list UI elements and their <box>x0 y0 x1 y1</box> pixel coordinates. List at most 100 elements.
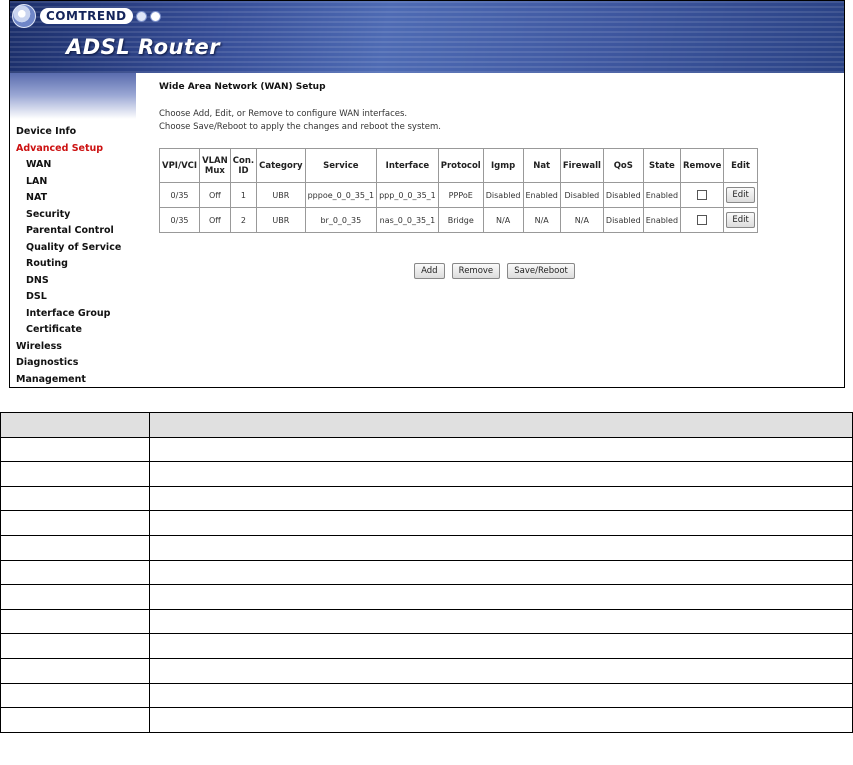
column-header-label: Firewall <box>562 160 601 171</box>
main-content: Wide Area Network (WAN) Setup Choose Add… <box>147 73 842 387</box>
cell-qos: Disabled <box>602 207 644 233</box>
brand-dot-icon <box>135 10 147 22</box>
remove-checkbox[interactable] <box>697 215 708 225</box>
cell-state: Enabled <box>642 207 682 233</box>
header-banner: COMTREND ADSL Router <box>10 1 844 73</box>
column-header-label: Interface <box>385 160 430 171</box>
field-name-cell <box>0 412 150 438</box>
field-table-row <box>0 534 853 561</box>
router-screenshot: COMTREND ADSL Router Device Info Advanced… <box>9 0 845 388</box>
field-name-cell <box>0 559 150 586</box>
save-reboot-button[interactable]: Save/Reboot <box>507 263 575 279</box>
sidebar-item-certificate[interactable]: Certificate <box>10 322 136 339</box>
field-description-table <box>0 412 853 733</box>
field-name-cell <box>0 584 150 610</box>
column-header-firewall: Firewall <box>559 148 604 183</box>
sidebar-item-management[interactable]: Management <box>10 372 136 388</box>
column-header-state: State <box>642 148 682 183</box>
column-header-label: State <box>648 160 675 171</box>
sidebar-item-dsl[interactable]: DSL <box>10 289 136 306</box>
cell-igmp: N/A <box>482 207 524 233</box>
sidebar-item-interface-group[interactable]: Interface Group <box>10 306 136 323</box>
cell-remove <box>680 182 725 208</box>
field-table-row <box>0 510 853 536</box>
column-header-nat: Nat <box>522 148 561 183</box>
cell-category: UBR <box>256 182 306 208</box>
sidebar-item-parental-control[interactable]: Parental Control <box>10 223 136 240</box>
cell-protocol: PPPoE <box>437 182 484 208</box>
sidebar-item-routing[interactable]: Routing <box>10 256 136 273</box>
brand-emblem-icon <box>12 4 36 28</box>
column-header-label: Mux <box>204 165 225 176</box>
cell-igmp: Disabled <box>482 182 524 208</box>
sidebar-item-wireless[interactable]: Wireless <box>10 339 136 356</box>
column-header-label: ID <box>238 165 249 176</box>
wan-interfaces-table: VPI/VCI VLAN Mux Con. ID Category Service Inter… <box>158 148 758 233</box>
column-header-label: Service <box>323 160 359 171</box>
sidebar-item-lan[interactable]: LAN <box>10 174 136 191</box>
field-description-cell <box>149 436 853 463</box>
column-header-service: Service <box>304 148 378 183</box>
column-header-label: Nat <box>533 160 551 171</box>
cell-remove <box>680 207 725 233</box>
remove-checkbox[interactable] <box>697 190 708 200</box>
field-table-header-row <box>0 412 853 438</box>
field-description-cell <box>149 657 853 684</box>
field-description-cell <box>149 559 853 586</box>
remove-button[interactable]: Remove <box>451 263 501 279</box>
cell-state: Enabled <box>642 182 682 208</box>
field-name-cell <box>0 461 150 487</box>
column-header-label: VPI/VCI <box>162 160 198 171</box>
field-table-row <box>0 461 853 487</box>
cell-service: pppoe_0_0_35_1 <box>304 182 378 208</box>
field-description-cell <box>149 461 853 487</box>
instructions-line-1: Choose Add, Edit, or Remove to configure… <box>159 109 408 119</box>
field-table-row <box>0 707 853 733</box>
cell-protocol: Bridge <box>437 207 484 233</box>
add-button[interactable]: Add <box>414 263 445 279</box>
cell-category: UBR <box>256 207 306 233</box>
cell-nat: N/A <box>522 207 561 233</box>
field-description-cell <box>149 534 853 561</box>
table-row: 0/35 Off 2 UBR br_0_0_35 nas_0_0_35_1 Bridge N/… <box>158 207 758 233</box>
field-name-cell <box>0 534 150 561</box>
sidebar-item-quality-of-service[interactable]: Quality of Service <box>10 240 136 257</box>
cell-nat: Enabled <box>522 182 561 208</box>
cell-firewall: N/A <box>559 207 604 233</box>
brand-logo: COMTREND <box>12 3 161 29</box>
sidebar-item-device-info[interactable]: Device Info <box>10 124 136 141</box>
field-description-cell <box>149 707 853 733</box>
column-header-remove: Remove <box>680 148 725 183</box>
column-header-vpi-vci: VPI/VCI <box>158 148 201 183</box>
column-header-label: Igmp <box>491 160 516 171</box>
column-header-label: Con. <box>232 155 255 166</box>
field-table-row <box>0 436 853 463</box>
field-name-cell <box>0 608 150 635</box>
field-description-cell <box>149 608 853 635</box>
column-header-qos: QoS <box>602 148 644 183</box>
brand-dot-icon <box>149 10 161 22</box>
field-name-cell <box>0 657 150 684</box>
cell-vpi-vci: 0/35 <box>158 207 201 233</box>
field-description-cell <box>149 485 853 512</box>
column-header-vlan: VLAN Mux <box>199 148 231 183</box>
sidebar-item-advanced-setup[interactable]: Advanced Setup <box>10 141 136 158</box>
edit-button[interactable]: Edit <box>726 212 755 228</box>
column-header-category: Category <box>256 148 306 183</box>
sidebar-item-wan[interactable]: WAN <box>10 157 136 174</box>
sidebar-item-security[interactable]: Security <box>10 207 136 224</box>
field-description-cell <box>149 584 853 610</box>
sidebar: Device Info Advanced Setup WAN LAN NAT Securi… <box>10 73 136 387</box>
cell-interface: ppp_0_0_35_1 <box>376 182 439 208</box>
sidebar-item-dns[interactable]: DNS <box>10 273 136 290</box>
edit-button[interactable]: Edit <box>726 187 755 203</box>
sidebar-item-nat[interactable]: NAT <box>10 190 136 207</box>
field-table-row <box>0 584 853 610</box>
column-header-label: Edit <box>731 160 750 171</box>
table-row: 0/35 Off 1 UBR pppoe_0_0_35_1 ppp_0_0_35_1 PPP… <box>158 182 758 208</box>
cell-edit: Edit <box>723 182 758 208</box>
column-header-igmp: Igmp <box>482 148 524 183</box>
field-table-row <box>0 657 853 684</box>
brand-name: COMTREND <box>40 8 133 24</box>
sidebar-item-diagnostics[interactable]: Diagnostics <box>10 355 136 372</box>
